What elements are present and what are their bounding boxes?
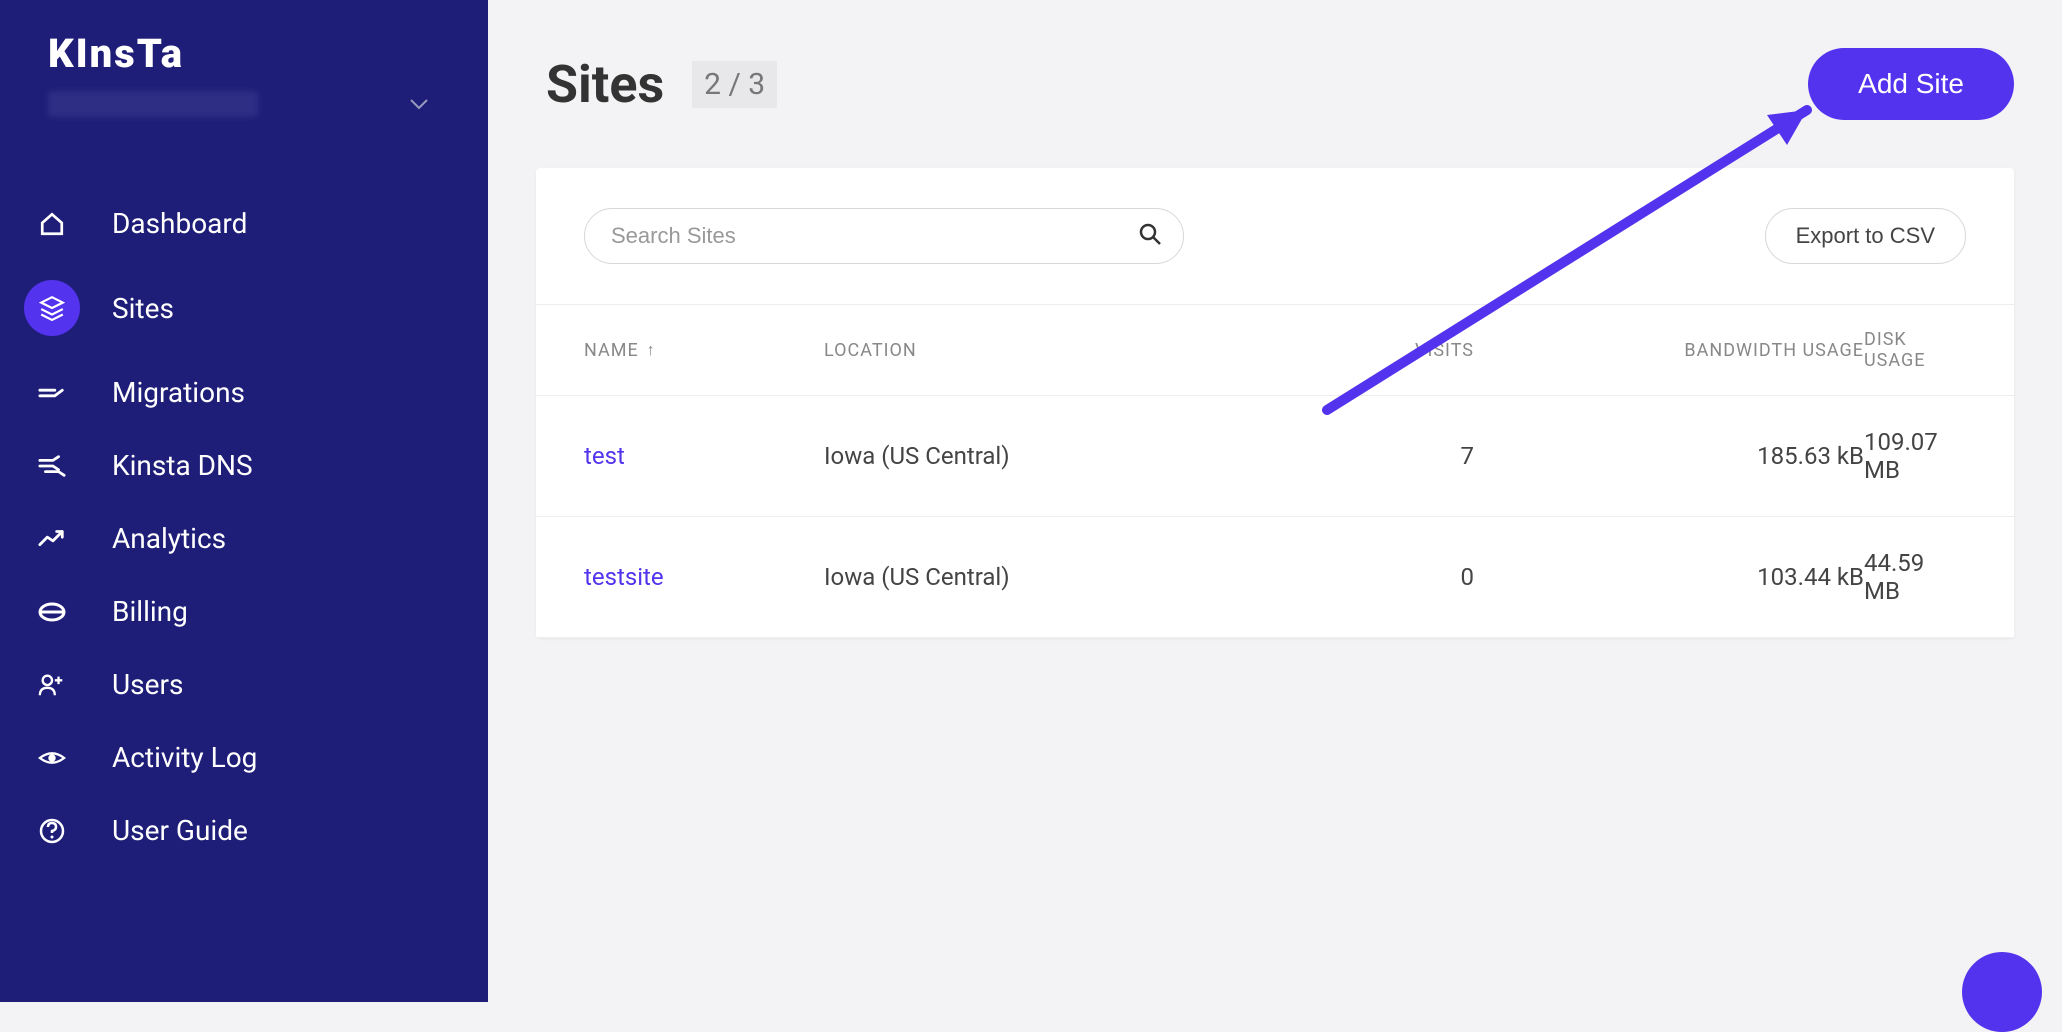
sidebar-item-label: Users <box>112 668 183 701</box>
billing-icon <box>38 598 66 626</box>
sites-table: NAME ↑ LOCATION VISITS BANDWIDTH USAGE D… <box>536 304 2014 638</box>
floating-action-button[interactable] <box>1962 952 2042 1032</box>
dns-icon <box>38 452 66 480</box>
sidebar-item-label: Migrations <box>112 376 245 409</box>
sidebar-item-label: Analytics <box>112 522 226 555</box>
site-visits: 7 <box>1184 428 1474 484</box>
company-selector[interactable] <box>0 91 488 117</box>
sidebar-item-label: Activity Log <box>112 741 257 774</box>
column-bandwidth[interactable]: BANDWIDTH USAGE <box>1474 329 1864 371</box>
sidebar-item-sites[interactable]: Sites <box>0 260 488 356</box>
sidebar-item-label: Billing <box>112 595 188 628</box>
sites-count-badge: 2 / 3 <box>692 61 777 108</box>
site-disk: 44.59 MB <box>1864 549 1966 605</box>
site-location: Iowa (US Central) <box>824 549 1184 605</box>
table-row[interactable]: test Iowa (US Central) 7 185.63 kB 109.0… <box>536 396 2014 517</box>
sidebar-item-dns[interactable]: Kinsta DNS <box>0 429 488 502</box>
help-icon <box>38 817 66 845</box>
table-row[interactable]: testsite Iowa (US Central) 0 103.44 kB 4… <box>536 517 2014 638</box>
column-location[interactable]: LOCATION <box>824 329 1184 371</box>
sidebar-item-migrations[interactable]: Migrations <box>0 356 488 429</box>
card-toolbar: Export to CSV <box>536 168 2014 304</box>
sidebar-item-label: Kinsta DNS <box>112 449 253 482</box>
site-location: Iowa (US Central) <box>824 428 1184 484</box>
sidebar-item-billing[interactable]: Billing <box>0 575 488 648</box>
column-name[interactable]: NAME ↑ <box>584 329 824 371</box>
sidebar-item-user-guide[interactable]: User Guide <box>0 794 488 867</box>
sites-card: Export to CSV NAME ↑ LOCATION VISITS BAN… <box>536 168 2014 638</box>
sidebar-item-analytics[interactable]: Analytics <box>0 502 488 575</box>
site-disk: 109.07 MB <box>1864 428 1966 484</box>
main-content: Sites 2 / 3 Add Site Export to CSV NAME … <box>488 0 2062 1002</box>
sidebar-item-activity-log[interactable]: Activity Log <box>0 721 488 794</box>
column-disk[interactable]: DISK USAGE <box>1864 329 1966 371</box>
column-visits[interactable]: VISITS <box>1184 329 1474 371</box>
migrate-icon <box>38 379 66 407</box>
page-header: Sites 2 / 3 Add Site <box>536 48 2014 120</box>
home-icon <box>38 210 66 238</box>
chevron-down-icon <box>410 94 428 115</box>
site-name-link[interactable]: test <box>584 428 824 484</box>
sidebar-item-label: Dashboard <box>112 207 247 240</box>
sidebar: KInsTa Dashboard Sites Migrations Kinsta… <box>0 0 488 1002</box>
sidebar-item-label: User Guide <box>112 814 248 847</box>
eye-icon <box>38 744 66 772</box>
sidebar-item-label: Sites <box>112 292 174 325</box>
site-name-link[interactable]: testsite <box>584 549 824 605</box>
company-name-redacted <box>48 91 258 117</box>
sidebar-item-dashboard[interactable]: Dashboard <box>0 187 488 260</box>
layers-icon <box>38 294 66 322</box>
table-header: NAME ↑ LOCATION VISITS BANDWIDTH USAGE D… <box>536 304 2014 396</box>
sort-arrow-icon: ↑ <box>647 340 656 360</box>
search-icon <box>1138 222 1162 250</box>
brand-logo: KInsTa <box>0 30 488 77</box>
analytics-icon <box>38 525 66 553</box>
add-site-button[interactable]: Add Site <box>1808 48 2014 120</box>
page-title: Sites <box>546 54 664 115</box>
sidebar-item-users[interactable]: Users <box>0 648 488 721</box>
search-input[interactable] <box>584 208 1184 264</box>
site-bandwidth: 185.63 kB <box>1474 428 1864 484</box>
site-visits: 0 <box>1184 549 1474 605</box>
users-icon <box>38 671 66 699</box>
search-wrapper <box>584 208 1184 264</box>
site-bandwidth: 103.44 kB <box>1474 549 1864 605</box>
export-csv-button[interactable]: Export to CSV <box>1765 208 1966 264</box>
